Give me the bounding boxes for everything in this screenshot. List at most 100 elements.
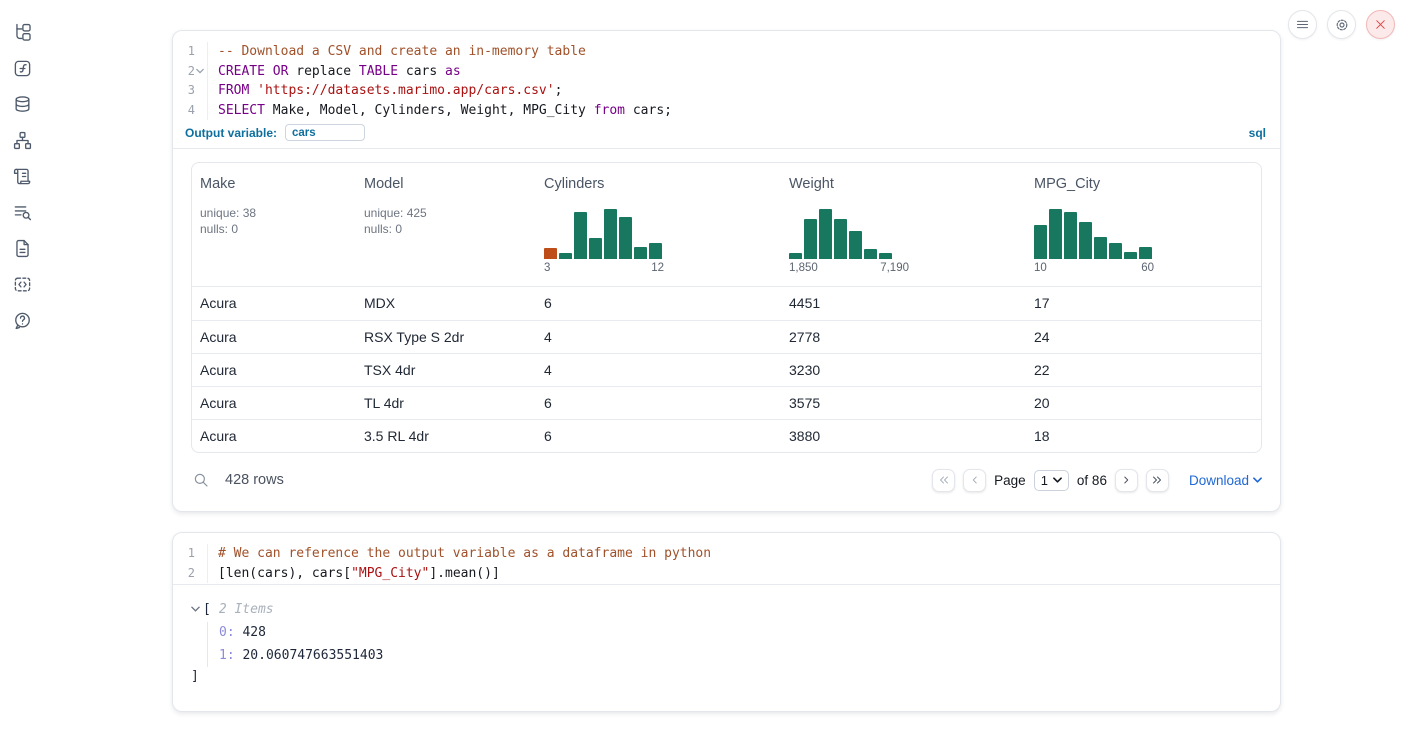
table-row[interactable]: AcuraMDX6445117 — [192, 286, 1261, 319]
help-icon[interactable] — [12, 310, 32, 330]
page-label: Page — [994, 473, 1026, 488]
table-row[interactable]: AcuraTSX 4dr4323022 — [192, 353, 1261, 386]
document-icon[interactable] — [12, 238, 32, 258]
last-page-icon[interactable] — [1146, 469, 1169, 492]
table-row[interactable]: Acura3.5 RL 4dr6388018 — [192, 419, 1261, 452]
first-page-icon[interactable] — [932, 469, 955, 492]
column-label[interactable]: MPG_City — [1034, 176, 1100, 192]
table-cell: 4 — [536, 362, 781, 378]
table-cell: 3575 — [781, 395, 1026, 411]
fold-chevron-icon[interactable] — [195, 62, 205, 82]
table-cell: 4451 — [781, 295, 1026, 311]
column-label[interactable]: Weight — [789, 176, 834, 192]
python-cell: 1# We can reference the output variable … — [172, 532, 1281, 712]
table-cell: 20 — [1026, 395, 1261, 411]
output-variable-row: Output variable: sql — [173, 121, 1280, 148]
row-count: 428 rows — [225, 472, 284, 488]
code-text[interactable]: # We can reference the output variable a… — [207, 544, 711, 564]
mpg-city-histogram[interactable]: 10 60 — [1034, 206, 1154, 274]
code-line[interactable]: 2CREATE OR replace TABLE cars as — [173, 62, 1280, 82]
histogram-bar — [1034, 225, 1047, 259]
histogram-bar — [864, 249, 877, 259]
histogram-axis-labels: 3 12 — [544, 262, 664, 274]
previous-page-icon[interactable] — [963, 469, 986, 492]
histogram-bar — [1139, 247, 1152, 259]
histogram-bar — [819, 209, 832, 259]
column-label[interactable]: Model — [364, 176, 404, 192]
column-header-cylinders: Cylinders 3 12 — [536, 163, 781, 286]
histogram-bar — [1109, 243, 1122, 259]
sql-cell: 1 -- Download a CSV and create an in-memo… — [172, 30, 1281, 512]
histogram-bar — [1064, 212, 1077, 259]
table-row[interactable]: AcuraTL 4dr6357520 — [192, 386, 1261, 419]
column-label[interactable]: Make — [200, 176, 235, 192]
language-badge[interactable]: sql — [1249, 126, 1266, 140]
histogram-bar — [604, 209, 617, 259]
code-snippet-icon[interactable] — [12, 274, 32, 294]
topbar-controls — [1288, 10, 1395, 39]
table-body: AcuraMDX6445117AcuraRSX Type S 2dr427782… — [192, 286, 1261, 452]
column-header-mpg-city: MPG_City 10 60 — [1026, 163, 1261, 286]
column-stats: unique: 38 nulls: 0 — [200, 205, 348, 237]
table-cell: Acura — [192, 395, 356, 411]
histogram-bar — [574, 212, 587, 259]
python-editor: 1# We can reference the output variable … — [173, 533, 1280, 585]
collapse-chevron-icon[interactable] — [191, 606, 203, 612]
logs-scroll-icon[interactable] — [12, 166, 32, 186]
code-line[interactable]: 2[len(cars), cars["MPG_City"].mean()] — [173, 564, 1280, 584]
code-line[interactable]: 1# We can reference the output variable … — [173, 544, 1280, 564]
column-header-model: Model unique: 425 nulls: 0 — [356, 163, 536, 286]
dependency-graph-icon[interactable] — [12, 130, 32, 150]
histogram-bar — [804, 219, 817, 259]
code-line[interactable]: 1-- Download a CSV and create an in-memo… — [173, 42, 1280, 62]
page-select[interactable]: 1 — [1034, 470, 1069, 491]
histogram-bar — [1049, 209, 1062, 259]
table-cell: RSX Type S 2dr — [356, 329, 536, 345]
code-text[interactable]: -- Download a CSV and create an in-memor… — [207, 42, 586, 62]
table-cell: Acura — [192, 428, 356, 444]
shutdown-icon[interactable] — [1366, 10, 1395, 39]
code-line[interactable]: 3FROM 'https://datasets.marimo.app/cars.… — [173, 81, 1280, 101]
table-cell: 3.5 RL 4dr — [356, 428, 536, 444]
code-text[interactable]: FROM 'https://datasets.marimo.app/cars.c… — [207, 81, 562, 101]
data-table: Make unique: 38 nulls: 0 Model unique: 4… — [191, 162, 1262, 453]
histogram-bar — [649, 243, 662, 259]
table-cell: 6 — [536, 395, 781, 411]
output-variable-input[interactable] — [285, 124, 365, 141]
table-cell: MDX — [356, 295, 536, 311]
line-number: 3 — [173, 81, 205, 101]
code-lines[interactable]: 1# We can reference the output variable … — [173, 533, 1280, 584]
next-page-icon[interactable] — [1115, 469, 1138, 492]
table-cell: TL 4dr — [356, 395, 536, 411]
cylinders-histogram[interactable]: 3 12 — [544, 206, 664, 274]
download-button[interactable]: Download — [1189, 473, 1262, 488]
histogram-bar — [1094, 237, 1107, 259]
output-tree: [ 2 Items 0: 4281: 20.060747663551403 ] — [173, 585, 1280, 687]
database-icon[interactable] — [12, 94, 32, 114]
table-row[interactable]: AcuraRSX Type S 2dr4277824 — [192, 320, 1261, 353]
settings-gear-icon[interactable] — [1327, 10, 1356, 39]
line-number: 4 — [173, 101, 205, 121]
code-text[interactable]: SELECT Make, Model, Cylinders, Weight, M… — [207, 101, 672, 121]
code-text[interactable]: CREATE OR replace TABLE cars as — [207, 62, 461, 82]
code-line[interactable]: 4SELECT Make, Model, Cylinders, Weight, … — [173, 101, 1280, 121]
line-number: 2 — [173, 62, 205, 82]
sql-output: Make unique: 38 nulls: 0 Model unique: 4… — [173, 162, 1280, 497]
histogram-axis-labels: 10 60 — [1034, 262, 1154, 274]
code-text[interactable]: [len(cars), cars["MPG_City"].mean()] — [207, 564, 500, 584]
histogram-bar — [834, 219, 847, 259]
search-icon[interactable] — [191, 470, 211, 490]
list-search-icon[interactable] — [12, 202, 32, 222]
tree-entries: 0: 4281: 20.060747663551403 — [207, 622, 1280, 667]
weight-histogram[interactable]: 1,850 7,190 — [789, 206, 909, 274]
code-lines[interactable]: 1-- Download a CSV and create an in-memo… — [173, 31, 1280, 121]
histogram-bar — [589, 238, 602, 259]
table-cell: Acura — [192, 329, 356, 345]
menu-icon[interactable] — [1288, 10, 1317, 39]
column-label[interactable]: Cylinders — [544, 176, 604, 192]
column-stats: unique: 425 nulls: 0 — [364, 205, 528, 237]
file-tree-icon[interactable] — [12, 22, 32, 42]
function-icon[interactable] — [12, 58, 32, 78]
chevron-down-icon — [1253, 477, 1262, 483]
line-number: 1 — [173, 544, 205, 564]
